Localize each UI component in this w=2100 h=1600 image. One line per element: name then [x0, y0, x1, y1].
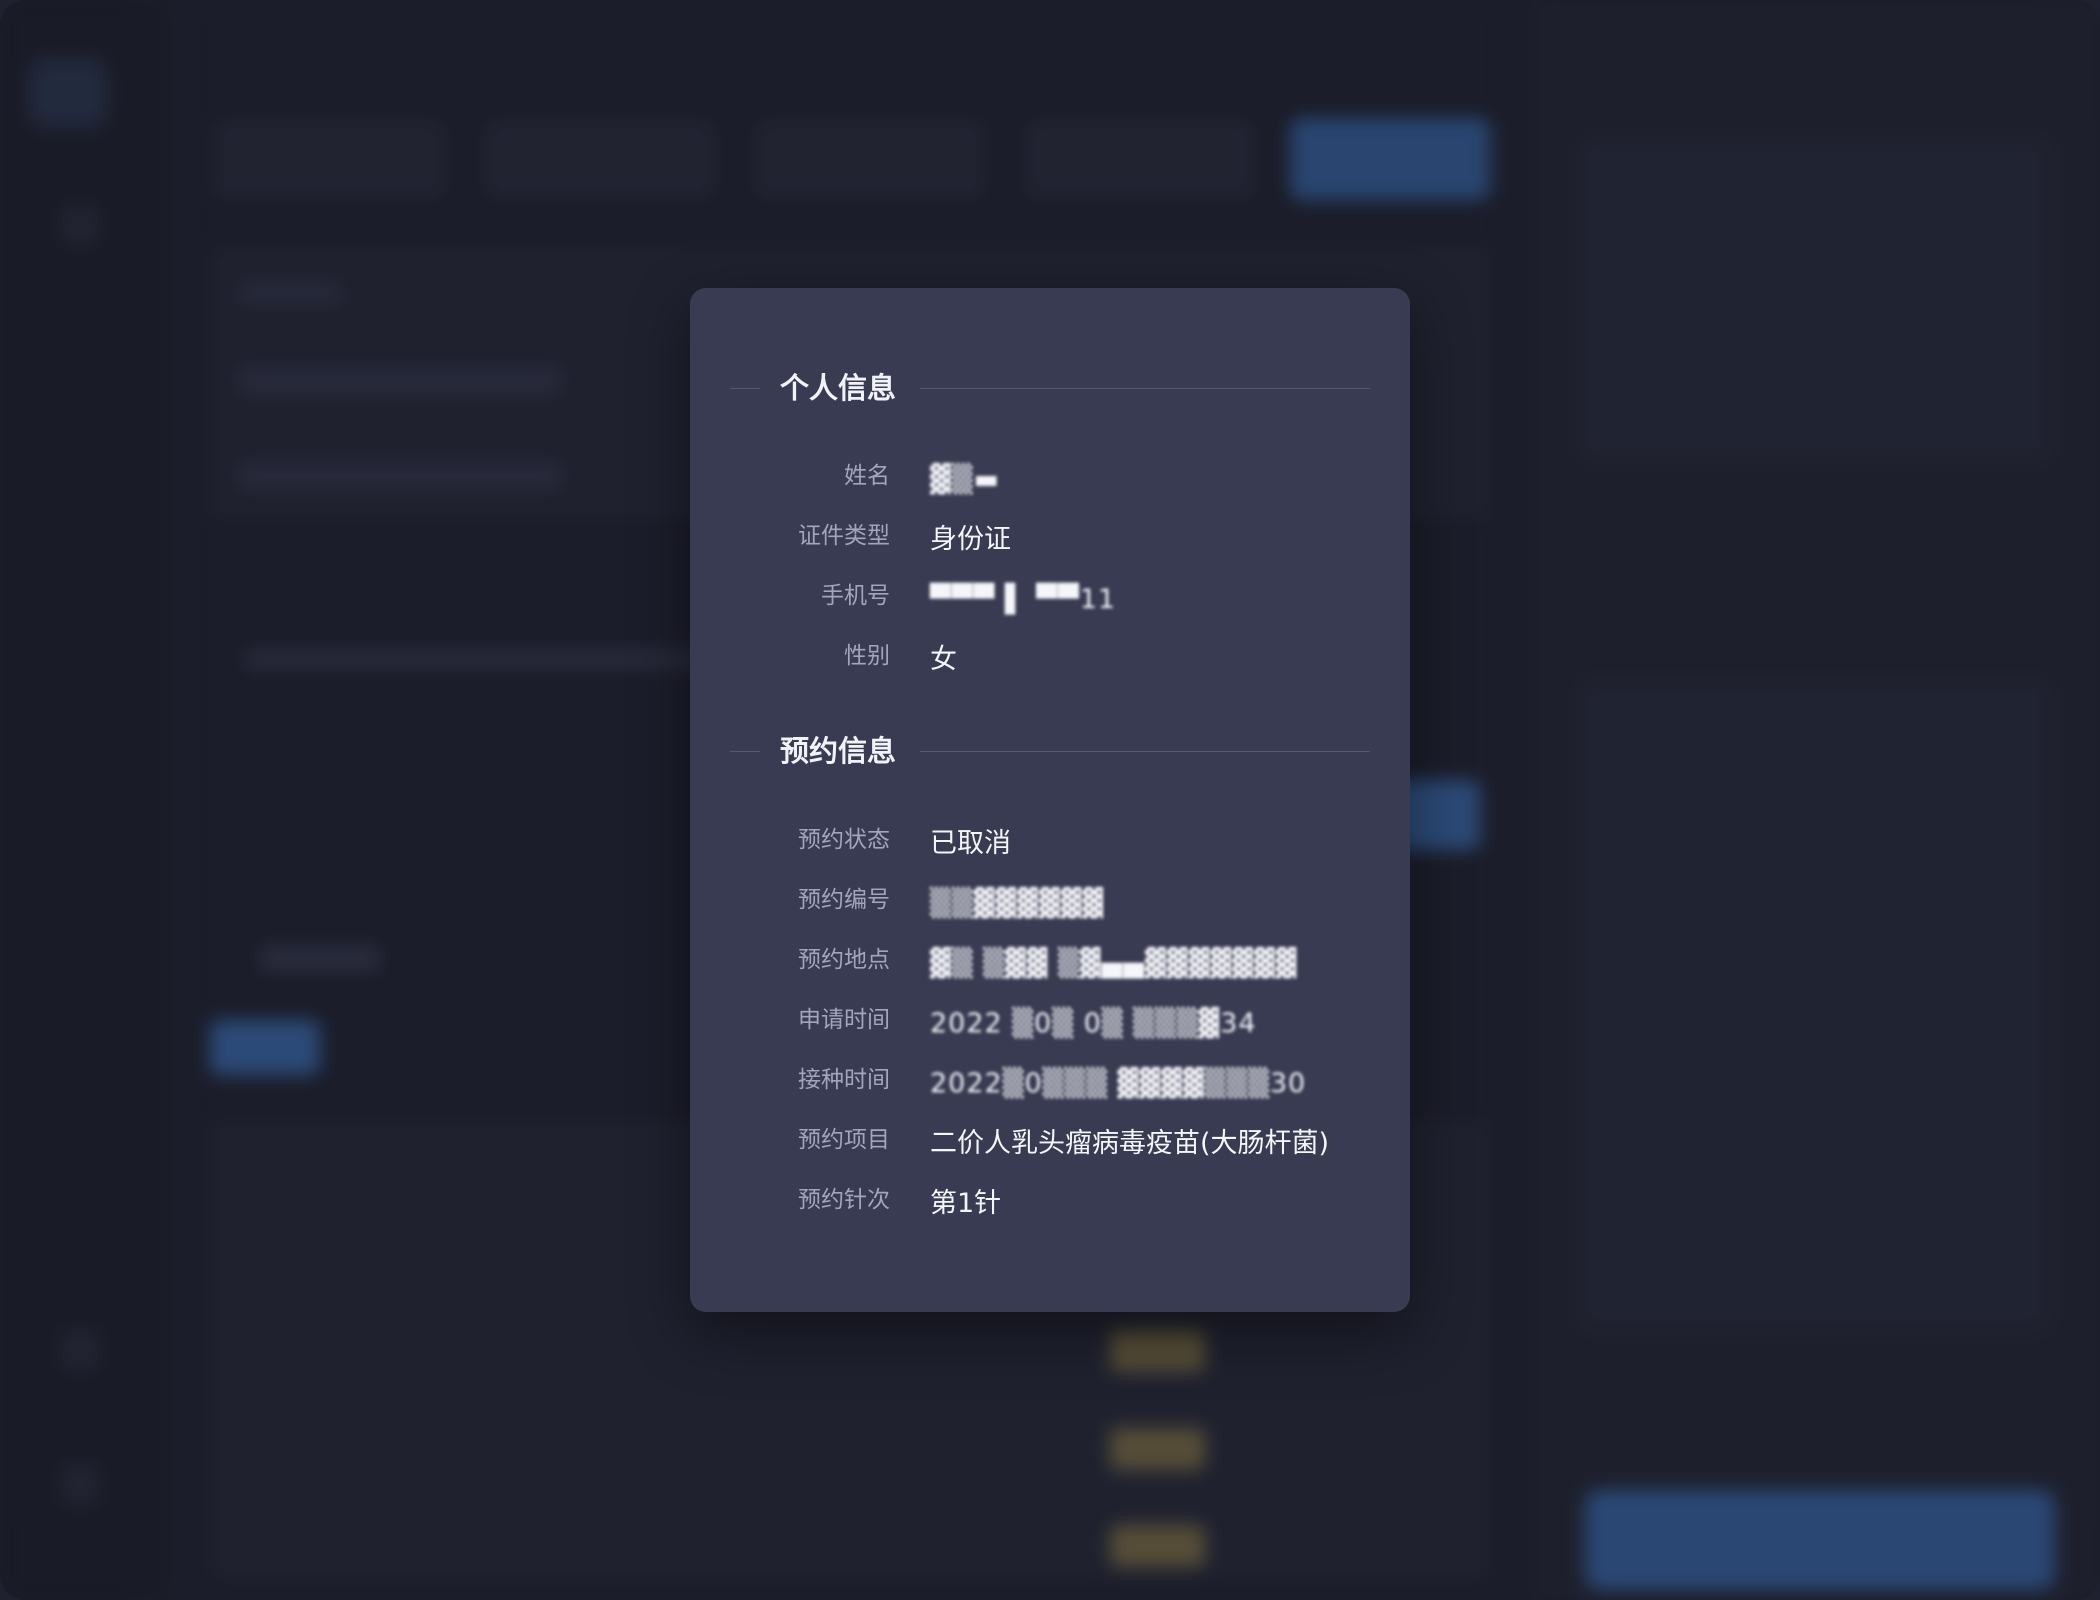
divider: [920, 388, 1370, 389]
apply-time-value: 2022 ▒0▒ 0▒ ▒▒▒▓34: [930, 1008, 1257, 1039]
field-row-status: 预约状态 已取消: [690, 820, 1410, 864]
booking-info-header: 预约信息: [730, 731, 1370, 771]
field-row-booking-number: 预约编号 ▒▒▓▓▓▓▓▓: [690, 880, 1410, 924]
vaccination-time-label: 接种时间: [798, 1067, 890, 1093]
field-row-name: 姓名 ▓▒▬: [690, 456, 1410, 500]
personal-info-header: 个人信息: [730, 368, 1370, 408]
status-label: 预约状态: [798, 827, 890, 853]
divider: [920, 751, 1370, 752]
personal-info-title: 个人信息: [780, 371, 897, 405]
field-row-id-type: 证件类型 身份证: [690, 516, 1410, 560]
dose-value: 第1针: [930, 1188, 1002, 1219]
field-row-vaccination-time: 接种时间 2022▒0▒▒▒ ▓▓▓▓▒▒▒30: [690, 1060, 1410, 1104]
field-row-phone: 手机号 ▀▀▀ ▌ ▀▀11: [690, 576, 1410, 620]
name-label: 姓名: [844, 463, 890, 489]
location-value: ▓▒ ▒▓▓ ▒▓▄▄▓▓▓▓▓▓▓: [930, 948, 1298, 979]
item-value: 二价人乳头瘤病毒疫苗(大肠杆菌): [930, 1128, 1330, 1159]
booking-number-value: ▒▒▓▓▓▓▓▓: [930, 888, 1105, 919]
appointment-detail-dialog: 个人信息 姓名 ▓▒▬ 证件类型 身份证 手机号 ▀▀▀ ▌ ▀▀11 性别 女…: [690, 288, 1410, 1312]
field-row-dose: 预约针次 第1针: [690, 1180, 1410, 1224]
id-type-value: 身份证: [930, 524, 1011, 555]
item-label: 预约项目: [798, 1127, 890, 1153]
apply-time-label: 申请时间: [798, 1007, 890, 1033]
phone-label: 手机号: [821, 583, 890, 609]
divider: [730, 751, 760, 752]
field-row-location: 预约地点 ▓▒ ▒▓▓ ▒▓▄▄▓▓▓▓▓▓▓: [690, 940, 1410, 984]
id-type-label: 证件类型: [798, 523, 890, 549]
name-value: ▓▒▬: [930, 464, 1001, 495]
dose-label: 预约针次: [798, 1187, 890, 1213]
field-row-gender: 性别 女: [690, 636, 1410, 680]
app-window: 个人信息 姓名 ▓▒▬ 证件类型 身份证 手机号 ▀▀▀ ▌ ▀▀11 性别 女…: [0, 0, 2100, 1600]
booking-number-label: 预约编号: [798, 887, 890, 913]
divider: [730, 388, 760, 389]
location-label: 预约地点: [798, 947, 890, 973]
gender-label: 性别: [844, 643, 890, 669]
booking-info-title: 预约信息: [780, 734, 897, 768]
vaccination-time-value: 2022▒0▒▒▒ ▓▓▓▓▒▒▒30: [930, 1068, 1307, 1099]
status-value: 已取消: [930, 828, 1011, 859]
gender-value: 女: [930, 644, 957, 675]
field-row-apply-time: 申请时间 2022 ▒0▒ 0▒ ▒▒▒▓34: [690, 1000, 1410, 1044]
field-row-item: 预约项目 二价人乳头瘤病毒疫苗(大肠杆菌): [690, 1120, 1410, 1164]
phone-value: ▀▀▀ ▌ ▀▀11: [930, 584, 1117, 615]
